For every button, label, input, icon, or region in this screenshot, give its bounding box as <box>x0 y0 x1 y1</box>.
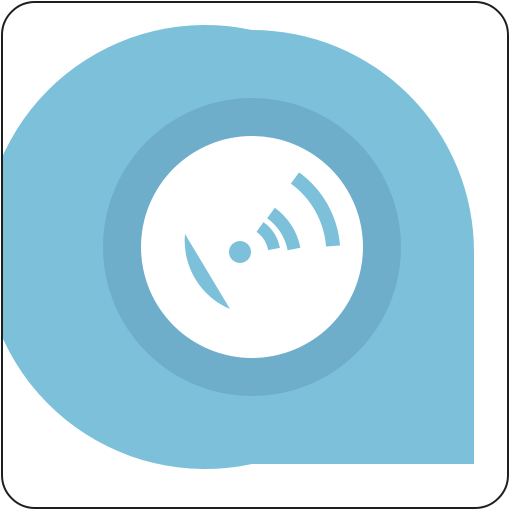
disc <box>141 136 363 358</box>
disc-center-dot <box>229 241 251 263</box>
disc-signal-pin-icon <box>3 25 474 469</box>
app-icon-tile[interactable] <box>1 1 509 509</box>
